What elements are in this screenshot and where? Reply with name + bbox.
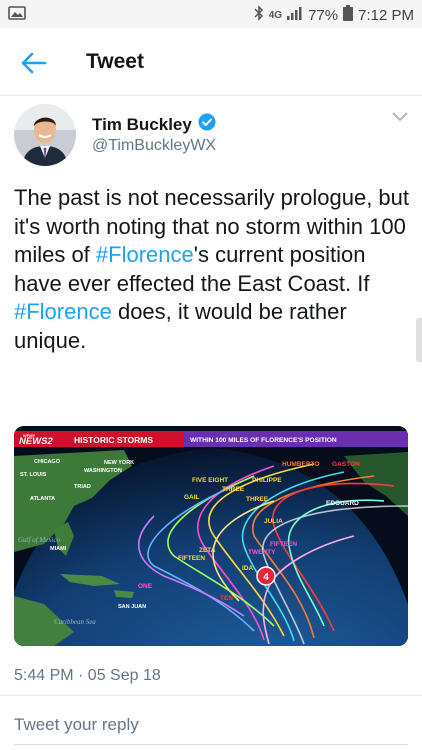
city-label: MIAMI [50,546,67,552]
city-label: WASHINGTON [84,468,122,474]
back-arrow-icon[interactable] [16,48,52,78]
banner-subtitle: WITHIN 100 MILES OF FLORENCE'S POSITION [190,437,337,444]
tweet-timestamp: 5:44 PM · 05 Sep 18 [14,667,161,684]
clock: 7:12 PM [358,6,414,24]
sea-label: Caribbean Sea [54,618,96,626]
storm-label: TWENTY [248,549,276,556]
storm-label: FIFTEEN [178,555,205,562]
storm-label: JULIA [264,518,283,525]
storm-label: THREE [222,486,245,493]
bluetooth-icon [254,5,264,25]
author-handle[interactable]: @TimBuckleyWX [92,137,216,155]
hashtag-link[interactable]: #Florence [96,242,194,267]
avatar[interactable] [14,104,76,166]
storm-label: GASTON [332,461,360,468]
battery-icon [343,5,354,25]
news2-logo: NEWS2 [19,436,54,447]
signal-icon [287,6,303,24]
author-name[interactable]: Tim Buckley [92,115,192,135]
city-label: CHICAGO [34,459,61,465]
reply-composer [0,704,422,750]
city-label: ST. LOUIS [20,472,47,478]
storm-label: HUMBERTO [282,461,319,468]
divider [0,695,422,696]
city-label: ATLANTA [30,496,55,502]
page-title: Tweet [86,50,144,73]
battery-percent: 77% [308,6,339,24]
storm-label: PHILIPPE [252,477,282,484]
tweet-media-image[interactable]: 4 CHICAGO NEW YORK WASHINGTON ST. LOUIS … [14,426,408,646]
storm-label: ZETA [199,547,216,554]
city-label: NEW YORK [104,460,134,466]
tweet-text: The past is not necessarily prologue, bu… [14,184,410,355]
storm-label: EDOUARD [326,500,359,507]
lte-icon: 4G [268,9,283,21]
status-bar: 4G 77% 7:12 PM [0,0,422,28]
storm-label: FIVE EIGHT [192,477,228,484]
gallery-notification-icon [8,5,26,25]
storm-marker-label: 4 [263,572,269,583]
storm-label: THREE [246,496,269,503]
app-bar: Tweet [0,28,422,96]
chevron-down-icon[interactable] [390,110,410,124]
storm-label: GAIL [184,494,200,501]
sea-label: Gulf of Mexico [18,536,60,544]
hashtag-link[interactable]: #Florence [14,299,112,324]
storm-label: IDA [242,565,254,572]
storm-label: FIFTEEN [270,541,297,548]
reply-underline [14,744,408,745]
storm-label: ONE [138,583,153,590]
storm-label: TEN [220,595,233,602]
city-label: TRIAD [74,484,91,490]
banner-title: HISTORIC STORMS [74,435,153,445]
reply-input[interactable] [14,711,408,739]
edge-panel-handle[interactable] [416,318,422,362]
verified-badge-icon [198,113,216,136]
city-label: SAN JUAN [118,604,146,610]
